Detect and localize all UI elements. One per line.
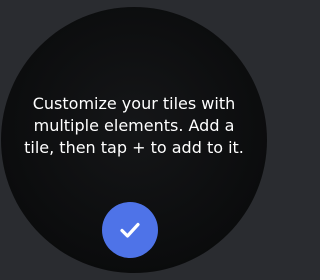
check-icon [116,216,144,244]
confirm-button[interactable] [102,202,158,258]
watch-screen: Customize your tiles with multiple eleme… [0,0,269,280]
watch-face: Customize your tiles with multiple eleme… [1,7,267,273]
tile-customization-message: Customize your tiles with multiple eleme… [24,94,244,157]
